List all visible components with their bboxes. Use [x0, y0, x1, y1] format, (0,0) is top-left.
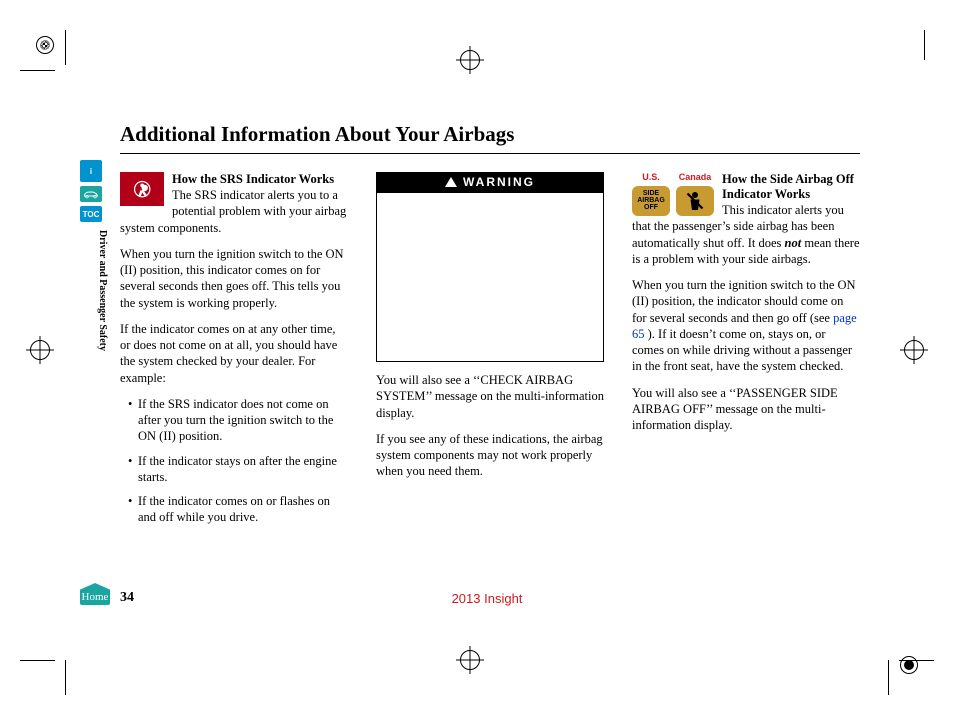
car-icon: [83, 189, 99, 199]
canada-label: Canada: [679, 172, 712, 184]
warning-label: WARNING: [463, 175, 535, 191]
warning-triangle-icon: [445, 177, 457, 187]
seatbelt-icon: [683, 189, 707, 213]
content-columns: How the SRS Indicator Works The SRS indi…: [120, 172, 860, 534]
home-button[interactable]: Home: [80, 583, 110, 605]
bullet-item: If the indicator comes on or flashes on …: [128, 493, 348, 526]
canada-badge-box: [676, 186, 714, 216]
body-text: If the indicator comes on at any other t…: [120, 321, 348, 386]
bullet-item: If the SRS indicator does not come on af…: [128, 396, 348, 445]
us-label: U.S.: [642, 172, 660, 184]
body-text: When you turn the ignition switch to the…: [120, 246, 348, 311]
registration-crosshair: [460, 650, 480, 670]
registration-crosshair: [904, 340, 924, 360]
column-1: How the SRS Indicator Works The SRS indi…: [120, 172, 348, 534]
footer: 34 2013 Insight: [120, 590, 854, 606]
registration-mark: [36, 36, 54, 54]
canada-badge: Canada: [676, 172, 714, 216]
body-text: When you turn the ignition switch to the…: [632, 277, 860, 375]
title-rule: [120, 153, 860, 154]
column-3: U.S. SIDE AIRBAG OFF Canada How the Side…: [632, 172, 860, 534]
body-text: You will also see a ‘‘CHECK AIRBAG SYSTE…: [376, 372, 604, 421]
registration-crosshair: [460, 50, 480, 70]
side-airbag-badges: U.S. SIDE AIRBAG OFF Canada: [632, 172, 714, 216]
body-text: You will also see a ‘‘PASSENGER SIDE AIR…: [632, 385, 860, 434]
body-text: If you see any of these indications, the…: [376, 431, 604, 480]
bullet-list: If the SRS indicator does not come on af…: [120, 396, 348, 526]
registration-mark: [900, 656, 918, 674]
emphasis-not: not: [785, 236, 802, 250]
model-year: 2013 Insight: [452, 591, 523, 606]
info-tab[interactable]: i: [80, 160, 102, 182]
bullet-item: If the indicator stays on after the engi…: [128, 453, 348, 486]
us-badge-box: SIDE AIRBAG OFF: [632, 186, 670, 216]
page-title: Additional Information About Your Airbag…: [120, 122, 860, 147]
srs-indicator-icon: [120, 172, 164, 206]
page-content: Additional Information About Your Airbag…: [120, 122, 860, 534]
side-tabs: i TOC: [80, 160, 102, 222]
toc-tab[interactable]: TOC: [80, 206, 102, 222]
warning-box: WARNING: [376, 172, 604, 362]
page-number: 34: [120, 590, 134, 606]
us-badge: U.S. SIDE AIRBAG OFF: [632, 172, 670, 216]
vehicle-tab[interactable]: [80, 186, 102, 202]
column-2: WARNING You will also see a ‘‘CHECK AIRB…: [376, 172, 604, 534]
registration-crosshair: [30, 340, 50, 360]
section-label: Driver and Passenger Safety: [97, 230, 108, 351]
